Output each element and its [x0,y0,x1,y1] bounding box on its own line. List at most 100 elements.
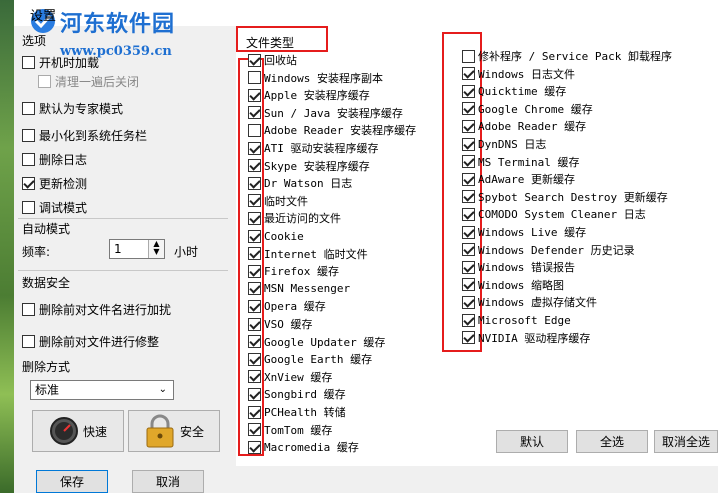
file-type-item[interactable]: MS Terminal 缓存 [462,154,579,170]
file-type-checkbox[interactable] [248,317,261,331]
option-expert-mode-default[interactable]: 默认为专家模式 [22,99,123,117]
select-all-button[interactable]: 全选 [576,430,648,453]
file-type-item[interactable]: Quicktime 缓存 [462,83,566,99]
option-trim-file[interactable]: 删除前对文件进行修整 [22,332,159,350]
option-load-on-startup[interactable]: 开机时加载 [22,53,99,71]
file-type-item[interactable]: COMODO System Cleaner 日志 [462,206,646,222]
file-type-item[interactable]: Cookie [248,228,304,244]
delete-log-checkbox[interactable] [22,152,35,166]
expert-mode-checkbox[interactable] [22,101,35,115]
file-type-item[interactable]: Songbird 缓存 [248,386,346,402]
file-type-checkbox[interactable] [248,264,261,278]
fast-mode-button[interactable]: 快速 [32,410,124,452]
file-type-item[interactable]: 临时文件 [248,193,308,209]
file-type-item[interactable]: Dr Watson 日志 [248,175,352,191]
file-type-item[interactable]: MSN Messenger [248,281,350,297]
option-close-after-clean[interactable]: 清理一遍后关闭 [38,72,139,90]
file-type-item[interactable]: PCHealth 转储 [248,404,346,420]
option-scramble-filename[interactable]: 删除前对文件名进行加扰 [22,300,171,318]
file-type-checkbox[interactable] [248,88,261,102]
file-type-item[interactable]: Windows 虚拟存储文件 [462,294,597,310]
file-type-item[interactable]: TomTom 缓存 [248,422,332,438]
file-type-item[interactable]: Windows 日志文件 [462,66,575,82]
file-type-item[interactable]: 最近访问的文件 [248,210,341,226]
file-type-item[interactable]: ATI 驱动安装程序缓存 [248,140,379,156]
file-type-item[interactable]: Google Chrome 缓存 [462,101,593,117]
file-type-item[interactable]: XnView 缓存 [248,369,332,385]
file-type-checkbox[interactable] [248,299,261,313]
option-delete-log[interactable]: 删除日志 [22,150,87,168]
file-type-checkbox[interactable] [248,194,261,208]
file-type-checkbox[interactable] [248,282,261,296]
chevron-down-icon[interactable]: ▼ [149,248,164,256]
file-type-checkbox[interactable] [248,106,261,120]
file-type-item[interactable]: Sun / Java 安装程序缓存 [248,105,403,121]
file-type-checkbox[interactable] [462,260,475,274]
file-type-checkbox[interactable] [248,211,261,225]
file-type-item[interactable]: DynDNS 日志 [462,136,546,152]
file-type-item[interactable]: Windows 缩略图 [462,277,564,293]
load-on-startup-checkbox[interactable] [22,55,35,69]
file-type-item[interactable]: AdAware 更新缓存 [462,171,575,187]
scramble-filename-checkbox[interactable] [22,302,35,316]
file-type-item[interactable]: Windows Live 缓存 [462,224,586,240]
file-type-checkbox[interactable] [248,141,261,155]
deselect-all-button[interactable]: 取消全选 [654,430,718,453]
file-type-checkbox[interactable] [248,247,261,261]
file-type-checkbox[interactable] [462,172,475,186]
file-type-checkbox[interactable] [462,313,475,327]
debug-mode-checkbox[interactable] [22,200,35,214]
minimize-to-tray-checkbox[interactable] [22,128,35,142]
file-type-checkbox[interactable] [462,243,475,257]
file-type-checkbox[interactable] [462,84,475,98]
file-type-item[interactable]: Google Updater 缓存 [248,334,385,350]
file-type-checkbox[interactable] [462,207,475,221]
file-type-checkbox[interactable] [462,190,475,204]
file-type-checkbox[interactable] [248,423,261,437]
file-type-checkbox[interactable] [248,53,261,67]
file-type-checkbox[interactable] [248,176,261,190]
option-minimize-to-tray[interactable]: 最小化到系统任务栏 [22,126,147,144]
file-type-item[interactable]: Opera 缓存 [248,298,326,314]
file-type-item[interactable]: Adobe Reader 安装程序缓存 [248,122,416,138]
file-type-item[interactable]: Apple 安装程序缓存 [248,87,370,103]
option-debug-mode[interactable]: 调试模式 [22,198,87,216]
file-type-checkbox[interactable] [462,137,475,151]
file-type-checkbox[interactable] [248,71,261,85]
file-type-item[interactable]: Windows 安装程序副本 [248,70,383,86]
file-type-item[interactable]: Macromedia 缓存 [248,439,359,455]
file-type-checkbox[interactable] [248,352,261,366]
file-type-checkbox[interactable] [462,225,475,239]
file-type-item[interactable]: 修补程序 / Service Pack 卸载程序 [462,48,672,64]
trim-file-checkbox[interactable] [22,334,35,348]
file-type-checkbox[interactable] [248,440,261,454]
cancel-button[interactable]: 取消 [132,470,204,493]
default-button[interactable]: 默认 [496,430,568,453]
file-type-item[interactable]: 回收站 [248,52,297,68]
file-type-item[interactable]: Windows 错误报告 [462,259,575,275]
delete-method-select[interactable]: 标准 ⌄ [30,380,174,400]
file-type-checkbox[interactable] [462,331,475,345]
file-type-item[interactable]: VSO 缓存 [248,316,313,332]
file-type-checkbox[interactable] [462,119,475,133]
save-button[interactable]: 保存 [36,470,108,493]
frequency-stepper[interactable]: ▲ ▼ [148,240,164,258]
file-type-item[interactable]: Microsoft Edge [462,312,571,328]
file-type-item[interactable]: Adobe Reader 缓存 [462,118,586,134]
file-type-checkbox[interactable] [462,102,475,116]
file-type-item[interactable]: Google Earth 缓存 [248,351,372,367]
file-type-checkbox[interactable] [462,295,475,309]
tab-options[interactable]: 选项 [22,32,46,49]
file-type-checkbox[interactable] [248,387,261,401]
file-type-checkbox[interactable] [462,49,475,63]
file-type-item[interactable]: Firefox 缓存 [248,263,339,279]
file-type-checkbox[interactable] [248,405,261,419]
file-type-checkbox[interactable] [248,370,261,384]
file-type-checkbox[interactable] [248,159,261,173]
file-type-checkbox[interactable] [248,123,261,137]
file-type-checkbox[interactable] [462,278,475,292]
option-update-check[interactable]: 更新检测 [22,174,87,192]
file-type-checkbox[interactable] [248,335,261,349]
close-after-clean-checkbox[interactable] [38,74,51,88]
file-type-item[interactable]: Windows Defender 历史记录 [462,242,635,258]
